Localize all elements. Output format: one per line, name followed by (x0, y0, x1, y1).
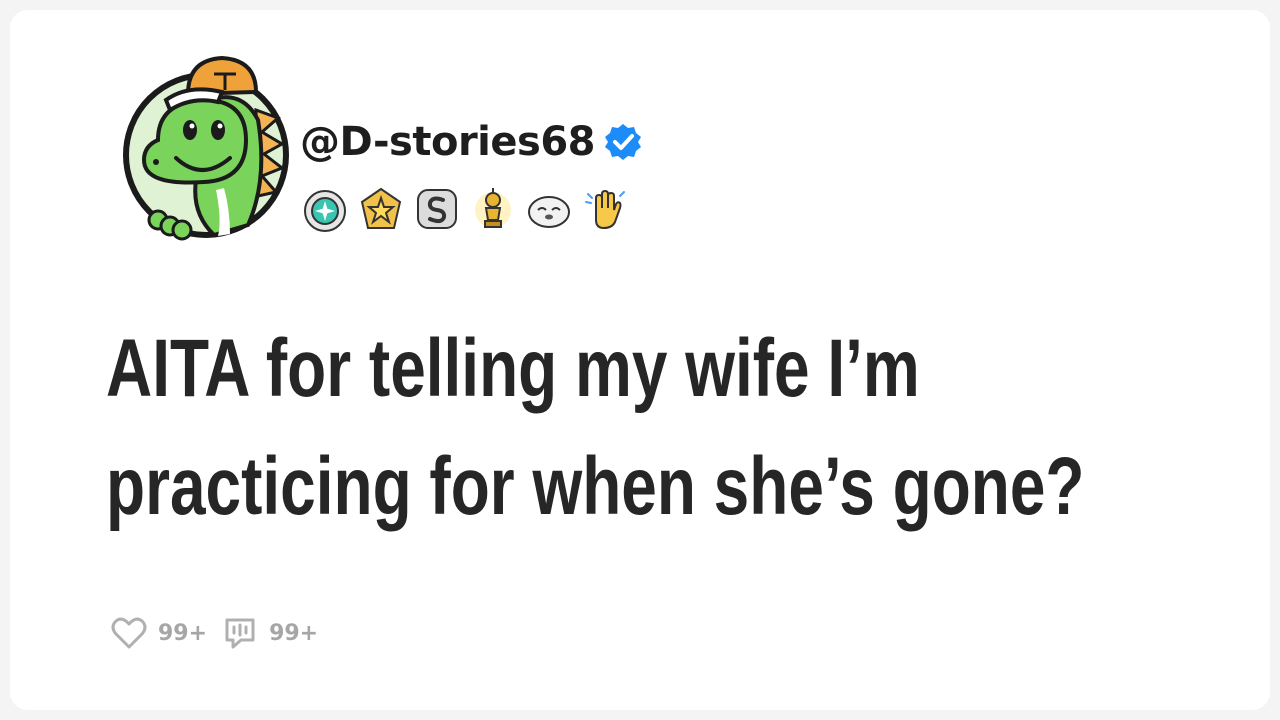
comment-count: 99+ (269, 620, 319, 646)
post-card: @D-stories68 AITA for telling my wife I’… (10, 10, 1270, 710)
diamond-badge-icon (304, 190, 346, 232)
post-title-line: practicing for when she’s gone? (106, 441, 1085, 532)
post-title-line: AITA for telling my wife I’m (106, 323, 920, 414)
trophy-badge-icon (475, 188, 511, 228)
star-badge-icon (360, 187, 402, 229)
post-stats: 99+ 99+ (110, 614, 332, 652)
raised-hand-badge-icon (585, 189, 625, 230)
verified-check-icon (605, 124, 641, 160)
comment-button[interactable]: 99+ (221, 614, 318, 652)
username-row: @D-stories68 (300, 114, 643, 170)
comment-icon (225, 618, 255, 649)
like-count: 99+ (158, 620, 208, 646)
award-badges (300, 184, 630, 234)
username[interactable]: @D-stories68 (300, 119, 596, 165)
dinosaur-avatar[interactable] (118, 40, 298, 250)
seal-badge-icon (528, 196, 570, 228)
heart-icon (111, 617, 147, 649)
post-title: AITA for telling my wife I’m practicing … (106, 310, 1085, 546)
s-badge-icon (417, 189, 457, 229)
like-button[interactable]: 99+ (110, 614, 207, 652)
